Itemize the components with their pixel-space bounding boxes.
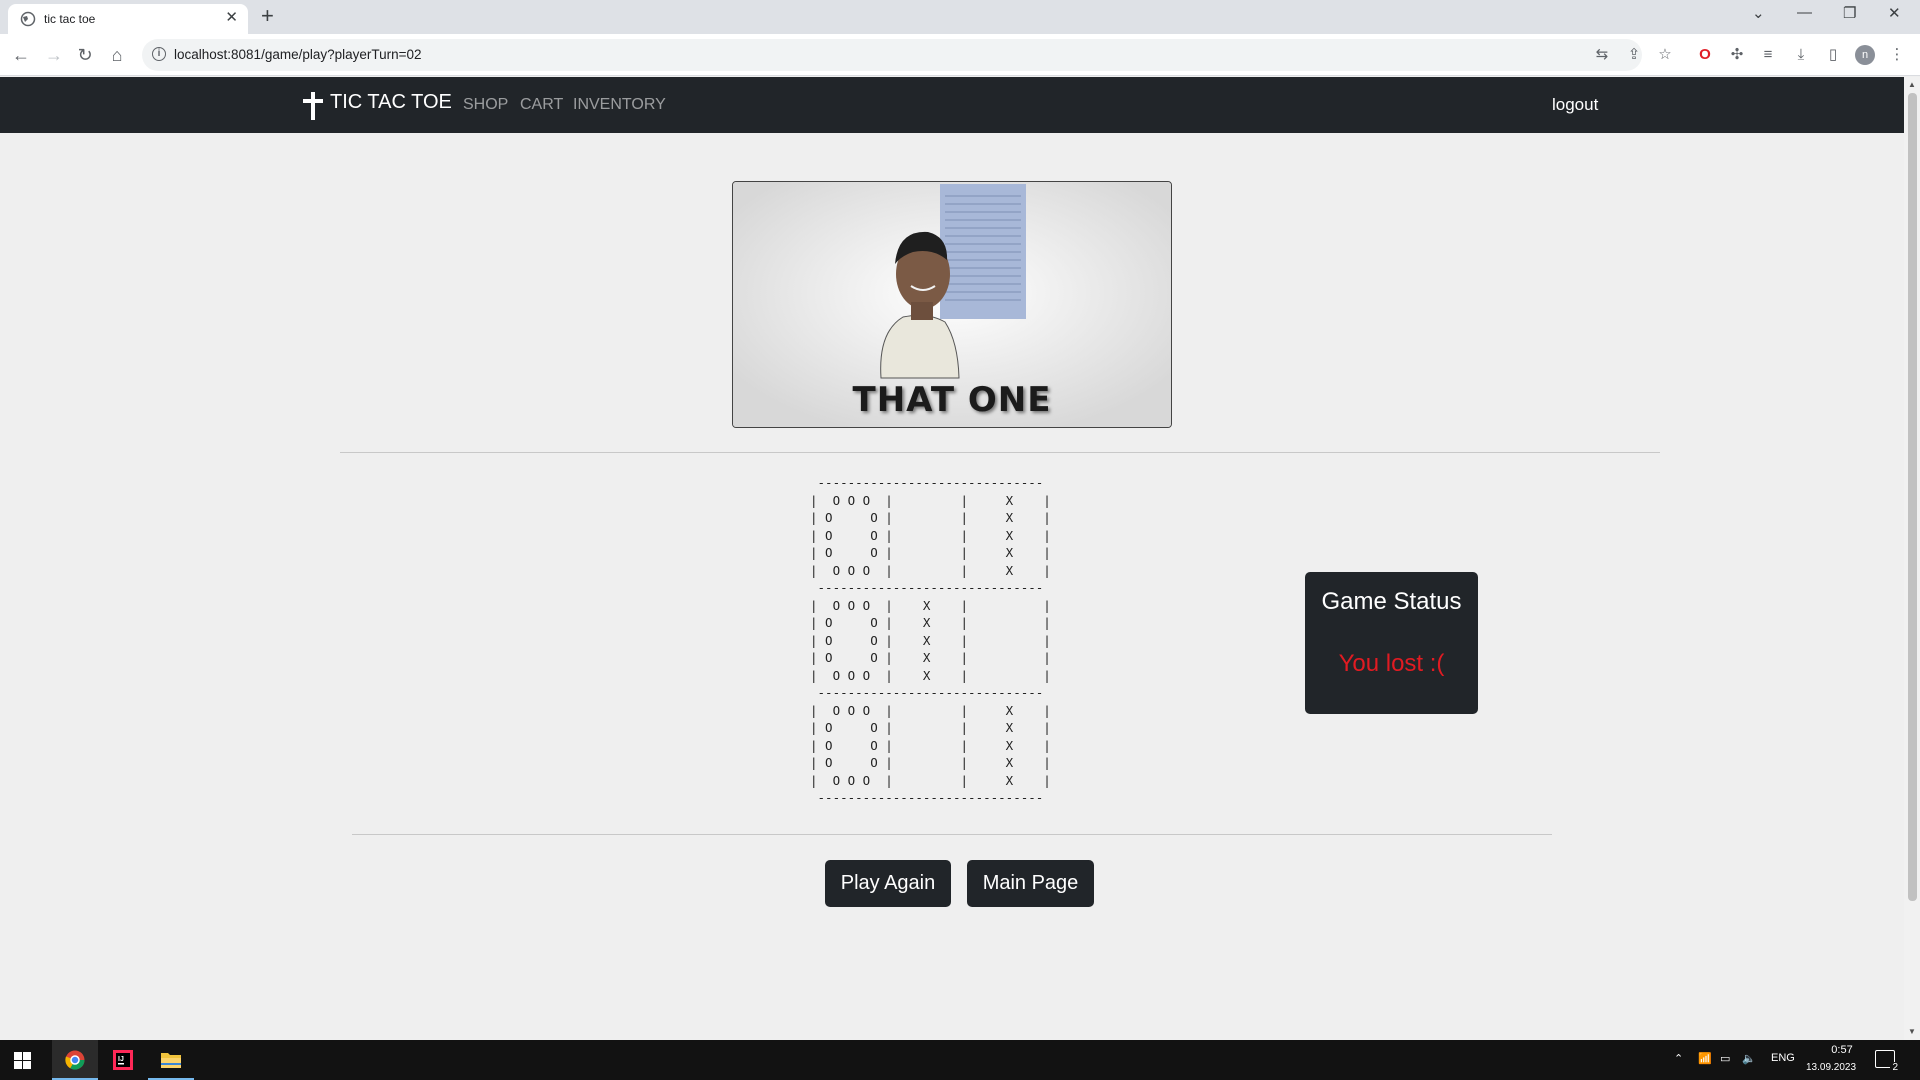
cross-logo-icon — [303, 92, 323, 120]
download-icon[interactable]: ⤓ — [1791, 45, 1811, 65]
banner-caption: THAT ONE — [852, 380, 1052, 420]
site-info-icon[interactable]: i — [152, 47, 166, 61]
site-navbar: TIC TAC TOE SHOP CART INVENTORY logout — [0, 77, 1904, 133]
volume-icon[interactable]: 🔈 — [1742, 1052, 1756, 1065]
media-icon[interactable]: ≡ — [1758, 45, 1778, 65]
page-scrollbar[interactable]: ▲ ▼ — [1904, 77, 1920, 1040]
back-icon[interactable]: ← — [10, 45, 32, 67]
globe-icon — [20, 11, 36, 27]
game-status-message: You lost :( — [1338, 650, 1445, 677]
play-again-button[interactable]: Play Again — [825, 860, 951, 907]
logout-link[interactable]: logout — [1552, 95, 1598, 115]
opera-extension-icon[interactable]: O — [1695, 45, 1715, 65]
bookmark-star-icon[interactable]: ☆ — [1655, 45, 1675, 65]
minimize-icon[interactable]: — — [1797, 4, 1812, 21]
windows-taskbar: IJ ⌃ 📶 ▭ 🔈 ENG 0:57 13.09.2023 2 — [0, 1040, 1920, 1080]
share-icon[interactable]: ⇪ — [1624, 45, 1644, 65]
profile-avatar-icon[interactable]: n — [1855, 45, 1875, 65]
reload-icon[interactable]: ↻ — [74, 45, 96, 67]
nav-link-inventory[interactable]: INVENTORY — [573, 96, 666, 114]
intellij-taskbar-icon[interactable]: IJ — [100, 1040, 146, 1080]
close-window-icon[interactable]: ✕ — [1888, 4, 1901, 22]
home-icon[interactable]: ⌂ — [106, 45, 128, 67]
forward-icon[interactable]: → — [43, 45, 65, 67]
browser-toolbar: ← → ↻ ⌂ i localhost:8081/game/play?playe… — [0, 34, 1920, 76]
chrome-taskbar-icon[interactable] — [52, 1040, 98, 1080]
game-status-title: Game Status — [1321, 588, 1462, 615]
browser-tab[interactable]: tic tac toe ✕ — [8, 4, 248, 34]
tray-overflow-icon[interactable]: ⌃ — [1674, 1052, 1683, 1065]
nav-link-shop[interactable]: SHOP — [463, 96, 508, 114]
new-tab-icon[interactable]: + — [261, 5, 274, 27]
side-panel-icon[interactable]: ▯ — [1823, 45, 1843, 65]
restore-icon[interactable]: ❐ — [1843, 4, 1856, 22]
network-icon[interactable]: 📶 — [1698, 1052, 1712, 1065]
divider-top — [340, 452, 1660, 453]
game-board: ------------------------------ | O O O |… — [810, 475, 1051, 805]
notification-count: 2 — [1890, 1062, 1900, 1073]
close-tab-icon[interactable]: ✕ — [225, 9, 238, 27]
windows-start-icon[interactable] — [14, 1052, 31, 1069]
divider-bottom — [352, 834, 1552, 835]
menu-kebab-icon[interactable]: ⋮ — [1887, 45, 1907, 65]
main-page-button[interactable]: Main Page — [967, 860, 1094, 907]
translate-icon[interactable]: ⇆ — [1592, 45, 1612, 65]
banner-image: THAT ONE — [732, 181, 1172, 428]
battery-icon[interactable]: ▭ — [1720, 1052, 1730, 1065]
extensions-icon[interactable]: ✣ — [1727, 45, 1747, 65]
notification-center-icon[interactable]: 2 — [1875, 1050, 1900, 1073]
tab-search-icon[interactable]: ⌄ — [1752, 4, 1765, 22]
game-status-panel: Game Status You lost :( — [1305, 572, 1478, 714]
url-text[interactable]: localhost:8081/game/play?playerTurn=02 — [174, 47, 422, 62]
browser-tabstrip: tic tac toe ✕ + ⌄ — ❐ ✕ — [0, 0, 1920, 34]
brand-link[interactable]: TIC TAC TOE — [330, 91, 452, 114]
scroll-thumb[interactable] — [1908, 93, 1917, 901]
file-explorer-taskbar-icon[interactable] — [148, 1040, 194, 1080]
clock-time[interactable]: 0:57 — [1822, 1044, 1862, 1056]
scroll-up-arrow-icon[interactable]: ▲ — [1908, 80, 1916, 89]
nav-link-cart[interactable]: CART — [520, 96, 563, 114]
scroll-down-arrow-icon[interactable]: ▼ — [1908, 1027, 1916, 1036]
address-bar[interactable]: i localhost:8081/game/play?playerTurn=02 — [142, 39, 1642, 71]
tab-title: tic tac toe — [44, 12, 96, 26]
svg-text:IJ: IJ — [118, 1056, 124, 1063]
clock-date[interactable]: 13.09.2023 — [1806, 1062, 1856, 1073]
language-indicator[interactable]: ENG — [1771, 1052, 1795, 1064]
